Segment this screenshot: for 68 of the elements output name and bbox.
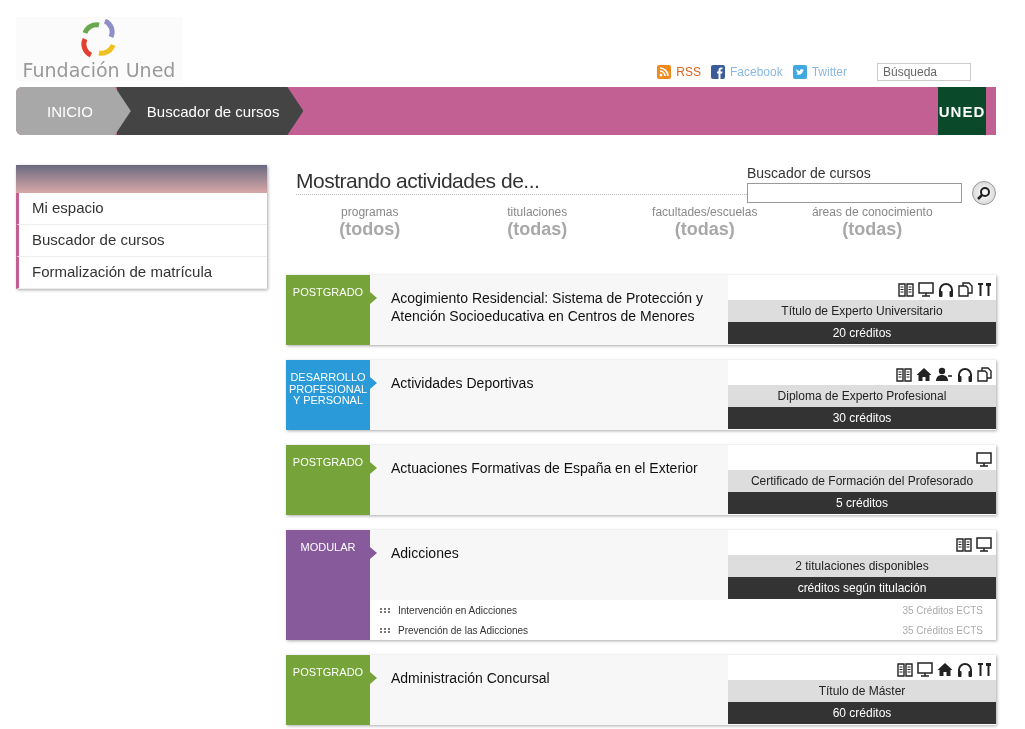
search-label: Buscador de cursos xyxy=(747,165,872,181)
module-credits: 35 Créditos ECTS xyxy=(902,604,983,616)
filter-value: (todas) xyxy=(842,219,903,240)
facebook-icon xyxy=(710,65,725,79)
degree-label: Título de Máster xyxy=(728,680,996,702)
monitor-icon xyxy=(918,282,934,297)
monitor-icon xyxy=(917,662,933,677)
search-field[interactable] xyxy=(747,183,962,203)
course-title[interactable]: Acogimiento Residencial: Sistema de Protección y Atención Socioeducativa en Centros de Menores xyxy=(377,275,728,345)
person-icon xyxy=(936,367,953,382)
credits-label: 20 créditos xyxy=(728,322,996,344)
documents-icon xyxy=(977,367,992,382)
tools-icon xyxy=(977,662,992,677)
dots-icon xyxy=(380,607,390,613)
module-link[interactable]: Intervención en Adicciones xyxy=(398,604,895,616)
category-label: POSTGRADO xyxy=(286,275,377,345)
monitor-icon xyxy=(976,537,992,552)
headphones-icon xyxy=(938,282,954,297)
search-button[interactable] xyxy=(972,181,996,205)
module-link[interactable]: Prevención de las Adicciones xyxy=(398,624,895,636)
degree-label: Título de Experto Universitario xyxy=(728,300,996,322)
tools-icon xyxy=(977,282,992,297)
book-icon xyxy=(898,282,914,297)
search-icon xyxy=(976,185,992,201)
sidebar-item[interactable]: Mi espacio xyxy=(16,193,267,225)
dots-icon xyxy=(380,627,390,633)
social-link[interactable]: RSS xyxy=(657,65,701,79)
headphones-icon xyxy=(957,367,973,382)
credits-label: créditos según titulación xyxy=(728,577,996,599)
module-credits: 35 Créditos ECTS xyxy=(902,624,983,636)
filter-value: (todas) xyxy=(507,219,568,240)
brand-logo: UNED xyxy=(938,87,986,135)
book-icon xyxy=(896,367,912,382)
filter-label[interactable]: titulaciones xyxy=(507,205,568,219)
filter-label[interactable]: facultades/escuelas xyxy=(652,205,758,219)
filter-value: (todos) xyxy=(339,219,401,240)
sidebar-item[interactable]: Buscador de cursos xyxy=(16,225,267,257)
bird-icon xyxy=(792,65,807,79)
filter-label[interactable]: programas xyxy=(341,205,399,219)
category-label: POSTGRADO xyxy=(286,655,377,725)
category-label: DESARROLLO PROFESIONAL Y PERSONAL xyxy=(286,360,377,430)
rss-icon xyxy=(657,65,672,79)
filter-label[interactable]: áreas de conocimiento xyxy=(811,205,933,219)
category-label: POSTGRADO xyxy=(286,445,377,515)
category-label: MODULAR xyxy=(286,530,377,640)
degree-label: Diploma de Experto Profesional xyxy=(728,385,996,407)
degree-label: 2 titulaciones disponibles xyxy=(728,555,996,577)
house-icon xyxy=(937,662,953,677)
monitor-icon xyxy=(976,452,992,467)
logo-text: Fundación Uned xyxy=(22,59,176,81)
headphones-icon xyxy=(957,662,973,677)
course-title[interactable]: Adicciones xyxy=(377,530,728,600)
documents-icon xyxy=(958,282,973,297)
search-field[interactable]: Búsqueda xyxy=(877,63,971,81)
book-icon xyxy=(956,537,972,552)
course-title[interactable]: Actividades Deportivas xyxy=(377,360,728,430)
page-title: Mostrando actividades de... xyxy=(296,169,747,195)
course-title[interactable]: Actuaciones Formativas de España en el Exterior xyxy=(377,445,728,515)
filter-value: (todas) xyxy=(674,219,735,240)
credits-label: 30 créditos xyxy=(728,407,996,429)
sidebar-item[interactable]: Formalización de matrícula xyxy=(16,257,267,289)
house-icon xyxy=(916,367,932,382)
credits-label: 60 créditos xyxy=(728,702,996,724)
breadcrumb-tab[interactable]: Buscador de cursos xyxy=(116,87,304,135)
credits-label: 5 créditos xyxy=(728,492,996,514)
course-title[interactable]: Administración Concursal xyxy=(377,655,728,725)
book-icon xyxy=(897,662,913,677)
degree-label: Certificado de Formación del Profesorado xyxy=(728,470,996,492)
